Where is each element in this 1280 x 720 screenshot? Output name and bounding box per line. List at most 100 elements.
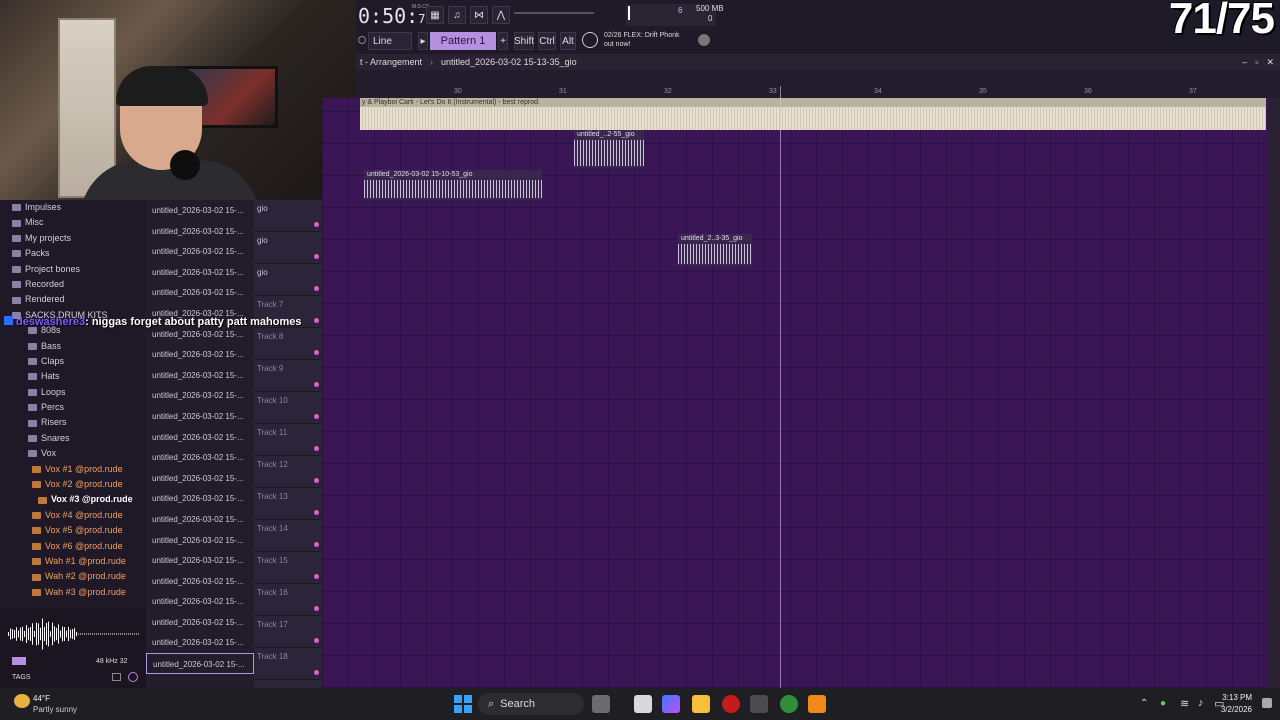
track-header[interactable]: Track 15 [254, 552, 322, 584]
browser-item[interactable]: Rendered [0, 292, 146, 307]
clock-date[interactable]: 3/2/2026 [1218, 705, 1252, 714]
browser-item[interactable]: Packs [0, 246, 146, 261]
file-list-item[interactable]: untitled_2026-03-02 15-... [146, 200, 254, 221]
play-pattern-icon[interactable]: ▸ [418, 32, 428, 50]
playlist-scrollbar[interactable] [1268, 98, 1280, 688]
wait-icon[interactable]: ⋈ [470, 6, 488, 24]
wifi-icon[interactable]: ≋ [1180, 697, 1189, 710]
fl-studio-icon[interactable] [808, 695, 826, 713]
track-dot-icon[interactable] [314, 254, 319, 259]
playhead[interactable] [780, 86, 781, 688]
browser-item[interactable]: Claps [0, 354, 146, 369]
browser-item[interactable]: Wah #2 @prod.rude [0, 569, 146, 584]
audio-clip-1[interactable]: untitled_..2-55_gio [574, 130, 644, 168]
snap-mode-select[interactable]: Line [368, 32, 412, 50]
metronome-icon[interactable]: ♫ [448, 6, 466, 24]
browser-item[interactable]: Wah #1 @prod.rude [0, 554, 146, 569]
ctrl-button[interactable]: Ctrl [538, 32, 556, 50]
track-header[interactable]: Track 13 [254, 488, 322, 520]
browser-item[interactable]: Snares [0, 431, 146, 446]
track-dot-icon[interactable] [314, 574, 319, 579]
browser-item[interactable]: Percs [0, 400, 146, 415]
chrome-icon[interactable] [780, 695, 798, 713]
file-list-item[interactable]: untitled_2026-03-02 15-... [146, 488, 254, 509]
track-dot-icon[interactable] [314, 222, 319, 227]
task-view-icon[interactable] [634, 695, 652, 713]
add-pattern-icon[interactable]: + [498, 32, 508, 50]
track-header[interactable]: gio [254, 200, 322, 232]
weather-icon[interactable] [14, 694, 30, 708]
preview-play-icon[interactable] [12, 657, 26, 665]
browser-item[interactable]: Vox #4 @prod.rude [0, 508, 146, 523]
browser-item[interactable]: Vox [0, 446, 146, 461]
file-list-item[interactable]: untitled_2026-03-02 15-... [146, 241, 254, 262]
alt-button[interactable]: Alt [560, 32, 576, 50]
track-dot-icon[interactable] [314, 382, 319, 387]
audio-clip-instrumental[interactable]: y & Playboi Carti - Let's Do It (Instrum… [360, 98, 1266, 130]
file-list-item[interactable]: untitled_2026-03-02 15-... [146, 427, 254, 448]
browser-item[interactable]: Vox #3 @prod.rude [0, 492, 146, 507]
file-list-item[interactable]: untitled_2026-03-02 15-... [146, 571, 254, 592]
widgets-icon[interactable] [592, 695, 610, 713]
weather-desc[interactable]: Partly sunny [33, 705, 77, 714]
file-list-item[interactable]: untitled_2026-03-02 15-... [146, 447, 254, 468]
news-icon[interactable] [582, 32, 598, 48]
track-header[interactable]: gio [254, 232, 322, 264]
track-dot-icon[interactable] [314, 638, 319, 643]
taskbar-search[interactable]: ⌕ Search [478, 693, 584, 715]
close-icon[interactable]: ✕ [1266, 57, 1274, 68]
track-dot-icon[interactable] [314, 446, 319, 451]
track-dot-icon[interactable] [314, 670, 319, 675]
windows-start-icon[interactable] [454, 695, 472, 713]
clock-time[interactable]: 3:13 PM [1222, 693, 1252, 702]
notifications-icon[interactable] [1262, 698, 1272, 708]
file-list-item[interactable]: untitled_2026-03-02 15-... [146, 468, 254, 489]
track-dot-icon[interactable] [314, 606, 319, 611]
track-header[interactable]: Track 10 [254, 392, 322, 424]
track-dot-icon[interactable] [314, 350, 319, 355]
mic-tray-icon[interactable]: ● [1160, 698, 1166, 709]
folder-icon[interactable] [112, 673, 121, 681]
volume-icon[interactable]: ♪ [1198, 697, 1204, 709]
tray-chevron-icon[interactable]: ⌃ [1140, 698, 1148, 709]
minimize-icon[interactable]: – [1242, 57, 1247, 68]
news-hint[interactable]: 02/26 FLEX: Drift Phonk out now! [604, 31, 679, 49]
copilot-icon[interactable] [662, 695, 680, 713]
audio-clip-2[interactable]: untitled_2026-03-02 15-10-53_gio [364, 170, 542, 200]
browser-item[interactable]: Risers [0, 415, 146, 430]
file-explorer-icon[interactable] [692, 695, 710, 713]
file-list-item[interactable]: untitled_2026-03-02 15-... [146, 509, 254, 530]
weather-temp[interactable]: 44°F [33, 694, 50, 703]
browser-item[interactable]: My projects [0, 231, 146, 246]
browser-item[interactable]: Loops [0, 385, 146, 400]
globe-icon[interactable] [698, 34, 710, 46]
file-list-item[interactable]: untitled_2026-03-02 15-... [146, 221, 254, 242]
track-header[interactable]: Track 17 [254, 616, 322, 648]
shift-button[interactable]: Shift [514, 32, 534, 50]
file-list-item[interactable]: untitled_2026-03-02 15-... [146, 591, 254, 612]
maximize-icon[interactable]: ▫ [1255, 57, 1258, 68]
tags-label[interactable]: TAGS [12, 674, 31, 681]
browser-item[interactable]: Bass [0, 339, 146, 354]
track-header[interactable]: gio [254, 264, 322, 296]
browser-item[interactable]: Hats [0, 369, 146, 384]
file-list-item[interactable]: untitled_2026-03-02 15-... [146, 632, 254, 653]
track-dot-icon[interactable] [314, 542, 319, 547]
file-list-item[interactable]: untitled_2026-03-02 15-... [146, 282, 254, 303]
file-list-item[interactable]: untitled_2026-03-02 15-... [146, 385, 254, 406]
timeline-ruler[interactable]: 30 31 32 33 34 35 36 37 [356, 70, 1280, 98]
snap-icon[interactable] [358, 36, 366, 44]
file-list-item[interactable]: untitled_2026-03-02 15-... [146, 530, 254, 551]
track-header[interactable]: Track 11 [254, 424, 322, 456]
track-header[interactable]: Track 16 [254, 584, 322, 616]
browser-item[interactable]: Project bones [0, 262, 146, 277]
track-header[interactable]: Track 8 [254, 328, 322, 360]
track-dot-icon[interactable] [314, 286, 319, 291]
track-header[interactable]: Track 14 [254, 520, 322, 552]
master-volume-slider[interactable] [514, 12, 594, 14]
file-list-item[interactable]: untitled_2026-03-02 15-... [146, 262, 254, 283]
pattern-selector[interactable]: Pattern 1 [430, 32, 496, 50]
file-list-item[interactable]: untitled_2026-03-02 15-... [146, 653, 254, 674]
audio-clip-3[interactable]: untitled_2..3-35_gio [678, 234, 752, 266]
browser-item[interactable]: Vox #2 @prod.rude [0, 477, 146, 492]
